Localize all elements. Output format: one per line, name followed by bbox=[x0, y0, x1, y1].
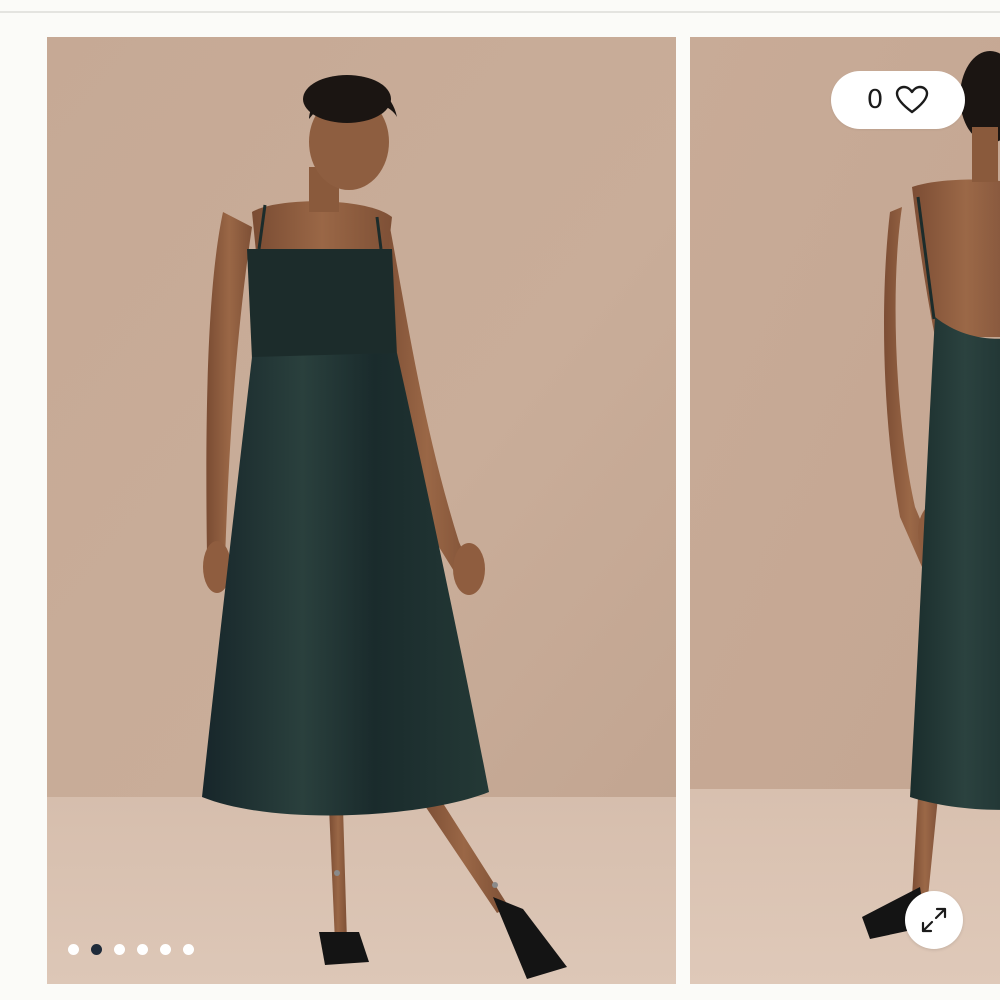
pagination-dot[interactable] bbox=[160, 944, 171, 955]
product-image-back[interactable] bbox=[690, 37, 1000, 984]
pagination-dot[interactable] bbox=[137, 944, 148, 955]
pagination-dot[interactable] bbox=[183, 944, 194, 955]
pagination-dot[interactable] bbox=[114, 944, 125, 955]
image-carousel[interactable]: 0 bbox=[0, 0, 1000, 1000]
pagination-dot[interactable] bbox=[68, 944, 79, 955]
wishlist-button[interactable]: 0 bbox=[831, 71, 965, 129]
product-image-front[interactable] bbox=[47, 37, 676, 984]
carousel-pagination bbox=[68, 944, 194, 955]
product-photo-front bbox=[47, 37, 676, 984]
product-gallery-page: 0 bbox=[0, 0, 1000, 1000]
wishlist-count: 0 bbox=[866, 85, 884, 115]
expand-image-button[interactable] bbox=[905, 891, 963, 949]
product-photo-back bbox=[690, 37, 1000, 984]
expand-arrows-icon bbox=[921, 907, 947, 933]
heart-icon bbox=[896, 85, 929, 114]
pagination-dot[interactable] bbox=[91, 944, 102, 955]
